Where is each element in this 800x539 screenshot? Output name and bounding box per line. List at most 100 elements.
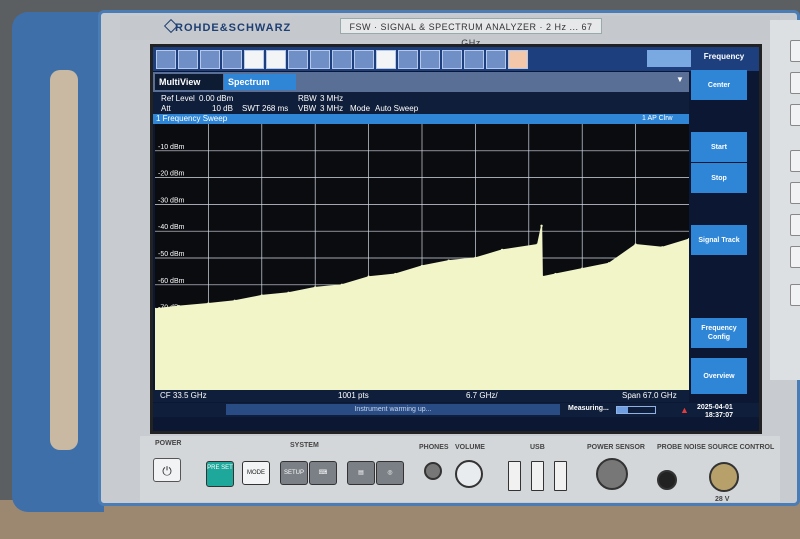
toolbar-tool-icon[interactable] [178, 50, 198, 69]
setup-button[interactable]: SETUP [280, 461, 308, 485]
model-label: FSW · SIGNAL & SPECTRUM ANALYZER · 2 Hz … [340, 18, 602, 48]
hardkey[interactable] [790, 214, 800, 236]
att-label: Att [161, 104, 171, 113]
softkey-stop[interactable]: Stop [691, 163, 747, 193]
mode-label: Mode [350, 104, 371, 113]
zoom-button-icon[interactable]: ◎ [376, 461, 404, 485]
zoom-icon[interactable] [310, 50, 330, 69]
window-title: 1 Frequency Sweep [156, 114, 228, 123]
trace-indicator: 1 AP Clrw [642, 115, 673, 122]
trace-point [367, 275, 370, 278]
progress-fill [617, 407, 629, 413]
toolbar-tool-icon[interactable] [354, 50, 374, 69]
probe-label: PROBE [657, 444, 682, 451]
frequency-per-div: 6.7 GHz/ [466, 391, 498, 400]
hardkey[interactable] [790, 72, 800, 94]
trace-point [541, 275, 544, 278]
hardkey[interactable] [790, 150, 800, 172]
toolbar-tool-icon[interactable] [376, 50, 396, 69]
trace-point [394, 272, 397, 276]
keyboard-icon[interactable]: ⌨ [309, 461, 337, 485]
window-titlebar [153, 114, 689, 124]
trace-point [314, 286, 317, 289]
hardkey[interactable] [790, 284, 800, 306]
toolbar-tool-icon[interactable] [156, 50, 176, 69]
date: 2025-04-01 [697, 404, 733, 411]
usb-port[interactable] [508, 461, 521, 491]
trace-point [287, 291, 290, 295]
undo-icon[interactable] [486, 50, 506, 69]
usb-port[interactable] [554, 461, 567, 491]
points-count: 1001 pts [338, 391, 369, 400]
trace-point [474, 256, 477, 260]
toolbar-tool-icon[interactable] [222, 50, 242, 69]
hardkey[interactable] [790, 104, 800, 126]
toolbar-tool-icon[interactable] [464, 50, 484, 69]
trace-point [607, 262, 611, 265]
volume-knob[interactable] [455, 460, 483, 488]
softkey-frequency-config[interactable]: Frequency Config [691, 318, 747, 348]
tab-menu-arrow-icon[interactable]: ▼ [676, 75, 684, 84]
toolbar-tool-icon[interactable] [508, 50, 528, 69]
tab-multiview[interactable]: MultiView [155, 74, 223, 90]
trace-point [447, 259, 450, 262]
hardkey[interactable] [790, 182, 800, 204]
zoom-icon[interactable] [288, 50, 308, 69]
ref-level-value[interactable]: 0.00 dBm [199, 94, 233, 103]
softkey-signal-track[interactable]: Signal Track [691, 225, 747, 255]
handle-grip [50, 70, 78, 450]
trace-point [207, 302, 210, 305]
swt-value[interactable]: 268 ms [262, 104, 288, 113]
vbw-value[interactable]: 3 MHz [320, 104, 343, 113]
center-frequency[interactable]: CF 33.5 GHz [160, 390, 207, 402]
softkey-overview[interactable]: Overview [691, 358, 747, 394]
softkey-center[interactable]: Center [691, 70, 747, 100]
power-sensor-connector[interactable] [596, 458, 628, 490]
mode-value[interactable]: Auto Sweep [375, 104, 418, 113]
trace-point [581, 267, 584, 270]
power-button[interactable]: ⏻ [153, 458, 181, 482]
noise-voltage-label: 28 V [715, 496, 730, 503]
trace-point [634, 243, 637, 246]
ref-level-label: Ref Level [161, 94, 195, 103]
softkey-start[interactable]: Start [691, 132, 747, 162]
toolbar-tool-icon[interactable] [420, 50, 440, 69]
x-axis-bar [153, 390, 689, 402]
softmenu-title: Frequency [703, 52, 745, 61]
time: 18:37:07 [705, 412, 734, 419]
camera-icon[interactable] [647, 50, 691, 67]
noise-source-connector[interactable] [709, 462, 739, 492]
trace-point [177, 305, 181, 308]
usb-port[interactable] [531, 461, 544, 491]
att-value[interactable]: 10 dB [212, 104, 233, 113]
toolbar-tool-icon[interactable] [442, 50, 462, 69]
probe-connector[interactable] [657, 470, 677, 490]
toolbar-tool-icon[interactable] [200, 50, 220, 69]
toolbar-tool-icon[interactable] [398, 50, 418, 69]
span[interactable]: Span 67.0 GHz [622, 390, 677, 402]
hardkey[interactable] [790, 246, 800, 268]
preset-button[interactable]: PRE SET [206, 461, 234, 487]
rbw-value[interactable]: 3 MHz [320, 94, 343, 103]
rbw-label: RBW [298, 94, 317, 103]
alert-icon[interactable]: ▲ [680, 405, 689, 415]
hardkey[interactable] [790, 40, 800, 62]
zoom-icon[interactable] [332, 50, 352, 69]
y-tick-label: -10 dBm [158, 144, 185, 151]
toolbar-tool-icon[interactable] [244, 50, 264, 69]
spectrum-plot[interactable]: -10 dBm -20 dBm -30 dBm -40 dBm -50 dBm -60 d… [155, 124, 689, 392]
power-label: POWER [155, 440, 182, 447]
vbw-label: VBW [298, 104, 317, 113]
system-label: SYSTEM [290, 442, 319, 449]
power-sensor-label: POWER SENSOR [587, 444, 645, 451]
trace-point [340, 283, 344, 286]
headphone-jack[interactable] [424, 462, 442, 480]
y-tick-label: -40 dBm [158, 224, 185, 231]
toolbar-tool-icon[interactable] [266, 50, 286, 69]
trace-point [500, 248, 504, 252]
swt-label: SWT [242, 104, 260, 113]
mode-button[interactable]: MODE [242, 461, 270, 485]
tab-spectrum[interactable]: Spectrum [224, 74, 296, 90]
status-message: Instrument warming up... [226, 404, 560, 415]
display-button-icon[interactable]: ▤ [347, 461, 375, 485]
